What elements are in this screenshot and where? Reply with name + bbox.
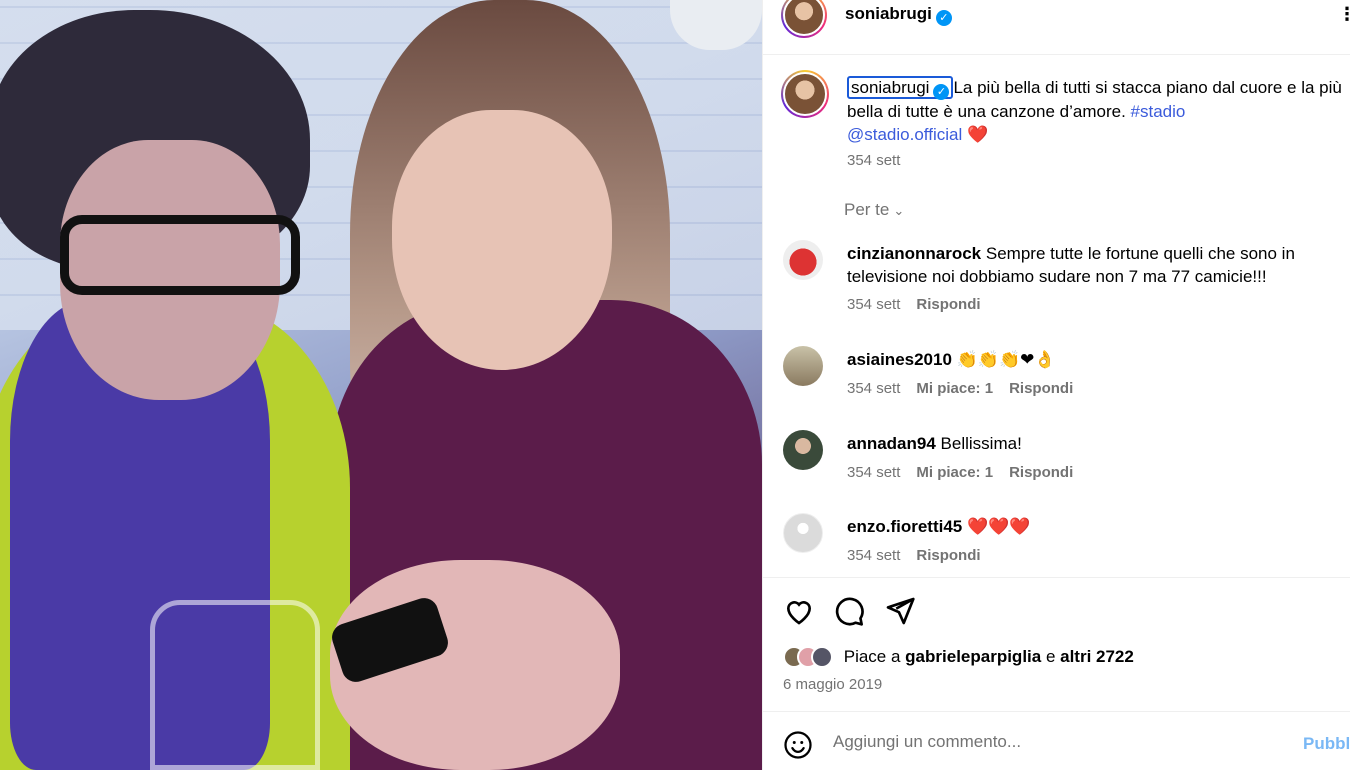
avatar[interactable] [783, 240, 823, 280]
publish-button[interactable]: Pubblica [1303, 734, 1350, 754]
heart-emoji: ❤️ [966, 125, 989, 144]
comment-username[interactable]: annadan94 [847, 434, 936, 453]
comment-age: 354 sett [847, 464, 901, 481]
caption-text: soniabrugi ✓ La più bella di tutti si stac… [847, 76, 1350, 146]
comment-text: annadan94 Bellissima! [847, 432, 1347, 455]
comment-text: enzo.fioretti45 ❤️❤️❤️ [847, 515, 1347, 538]
comment-input[interactable] [833, 732, 1293, 752]
post-detail-panel: soniabrugi ✓ ⋮ soniabrugi ✓ La più bella di… [762, 0, 1350, 770]
comment-text: asiaines2010 👏👏👏❤👌 [847, 348, 1347, 371]
reply-button[interactable]: Rispondi [1009, 464, 1073, 481]
comment-meta: 354 sett Mi piace: 1 Rispondi [847, 464, 1073, 481]
post-date: 6 maggio 2019 [783, 676, 883, 693]
comment-username[interactable]: cinzianonnarock [847, 244, 981, 263]
divider [763, 577, 1350, 578]
photo-wine-glass [150, 600, 320, 770]
avatar[interactable] [783, 346, 823, 386]
verified-badge-icon: ✓ [935, 10, 952, 26]
likes-others[interactable]: altri 2722 [1060, 647, 1134, 666]
avatar[interactable] [783, 430, 823, 470]
comment-text: cinzianonnarock Sempre tutte le fortune … [847, 242, 1347, 288]
photo-woman-face [392, 110, 612, 370]
liker-username[interactable]: gabrieleparpiglia [905, 647, 1041, 666]
comment-age: 354 sett [847, 380, 901, 397]
verified-badge-icon: ✓ [933, 84, 950, 100]
send-icon[interactable] [884, 595, 916, 627]
comment-username[interactable]: asiaines2010 [847, 350, 952, 369]
add-comment-bar: Pubblica [763, 712, 1350, 770]
comment-likes[interactable]: Mi piace: 1 [916, 380, 993, 397]
likes-summary: Piace a gabrieleparpiglia e altri 2722 [783, 646, 1134, 668]
post-header: soniabrugi ✓ ⋮ [763, 0, 1350, 55]
avatar[interactable] [781, 70, 829, 118]
comment-age: 354 sett [847, 547, 901, 564]
reply-button[interactable]: Rispondi [916, 547, 980, 564]
for-you-filter[interactable]: Per te ⌄ [844, 200, 904, 220]
mention-link[interactable]: @stadio.official [847, 125, 962, 144]
comment-age: 354 sett [847, 296, 901, 313]
comment-body: Bellissima! [940, 434, 1022, 453]
reply-button[interactable]: Rispondi [1009, 380, 1073, 397]
caption-age: 354 sett [847, 152, 901, 169]
comment-meta: 354 sett Mi piace: 1 Rispondi [847, 380, 1073, 397]
heart-icon[interactable] [783, 595, 815, 627]
chevron-down-icon: ⌄ [893, 203, 905, 218]
emoji-icon[interactable] [783, 730, 813, 760]
comment-meta: 354 sett Rispondi [847, 547, 981, 564]
photo-man-glasses [60, 215, 300, 295]
hashtag-link[interactable]: #stadio [1131, 102, 1186, 121]
caption-username[interactable]: soniabrugi ✓ [847, 76, 954, 100]
post-photo[interactable] [0, 0, 762, 770]
comment-meta: 354 sett Rispondi [847, 296, 981, 313]
comment-username[interactable]: enzo.fioretti45 [847, 517, 962, 536]
likes-text: Piace a gabrieleparpiglia e altri 2722 [843, 647, 1134, 666]
avatar[interactable] [781, 0, 827, 38]
comment-body: 👏👏👏❤👌 [956, 350, 1056, 369]
more-options-icon[interactable]: ⋮ [1338, 4, 1350, 25]
reply-button[interactable]: Rispondi [916, 296, 980, 313]
action-bar [783, 595, 930, 627]
liker-avatar [811, 646, 833, 668]
default-avatar-icon[interactable] [783, 513, 823, 553]
comment-likes[interactable]: Mi piace: 1 [916, 464, 993, 481]
header-username[interactable]: soniabrugi ✓ [845, 4, 952, 26]
comment-body: ❤️❤️❤️ [966, 517, 1031, 536]
comment-icon[interactable] [833, 595, 865, 627]
